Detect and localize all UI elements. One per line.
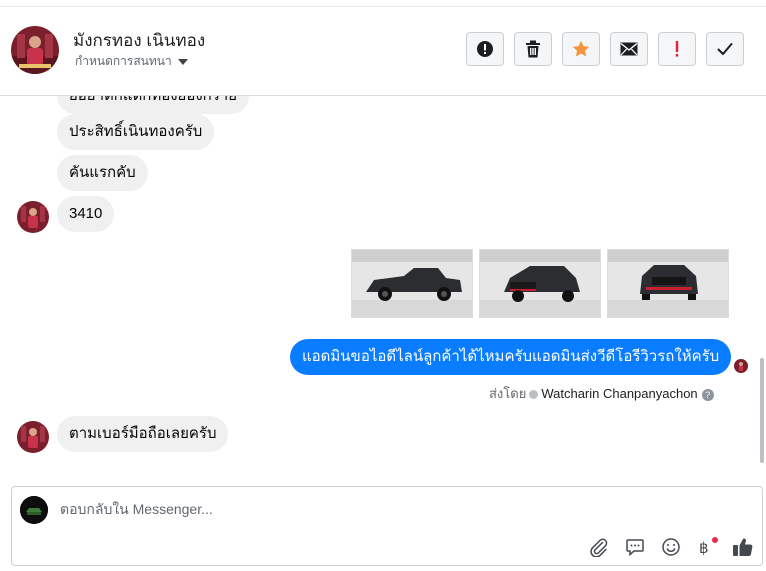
like-icon[interactable]: [731, 535, 755, 559]
svg-text:฿: ฿: [699, 539, 709, 557]
incoming-message: คันแรกคับ: [57, 155, 148, 191]
thread-scrollbar[interactable]: [760, 358, 764, 463]
mark-done-button[interactable]: [706, 32, 744, 66]
report-spam-button[interactable]: [466, 32, 504, 66]
contact-name[interactable]: มังกรทอง เนินทอง: [73, 27, 205, 54]
sent-by-label: ส่งโดย Watcharin Chanpanyachon?: [489, 383, 714, 404]
help-icon[interactable]: ?: [701, 388, 714, 401]
exclamation-circle-icon: [476, 40, 494, 58]
incoming-message: ยอยาตกแตกทองยองกราย: [57, 96, 250, 114]
incoming-message: ตามเบอร์มือถือเลยครับ: [57, 416, 229, 452]
checkmark-icon: [717, 42, 733, 56]
sent-by-agent[interactable]: Watcharin Chanpanyachon: [541, 386, 697, 401]
contact-avatar-small: [17, 421, 49, 453]
assign-conversation-dropdown[interactable]: กำหนดการสนทนา: [75, 52, 188, 71]
agent-status-icon: [529, 390, 539, 400]
star-icon: [572, 40, 590, 58]
baht-payment-icon[interactable]: ฿: [695, 535, 719, 559]
paperclip-icon[interactable]: [587, 535, 611, 559]
envelope-icon: [620, 42, 638, 56]
outgoing-message: แอดมินขอไอดีไลน์ลูกค้าได้ไหมครับแอดมินส่…: [290, 339, 732, 375]
delete-button[interactable]: [514, 32, 552, 66]
pickup-truck-front-photo[interactable]: [607, 249, 729, 318]
reply-composer: ฿: [11, 486, 763, 566]
reply-input[interactable]: [60, 501, 560, 517]
emoji-icon[interactable]: [659, 535, 683, 559]
trash-icon: [525, 40, 541, 58]
pickup-truck-front-angle-photo[interactable]: [479, 249, 601, 318]
sent-by-prefix: ส่งโดย: [489, 386, 527, 401]
caret-down-icon: [177, 58, 188, 65]
saved-reply-icon[interactable]: [623, 535, 647, 559]
mark-unread-button[interactable]: [610, 32, 648, 66]
pickup-truck-side-photo[interactable]: [351, 249, 473, 318]
page-logo: [20, 496, 48, 524]
incoming-message: 3410: [57, 196, 115, 232]
contact-avatar-small: [17, 201, 49, 233]
contact-avatar[interactable]: [11, 26, 59, 74]
conversation-header: มังกรทอง เนินทอง กำหนดการสนทนา: [0, 7, 766, 96]
exclamation-icon: [674, 40, 680, 58]
star-button[interactable]: [562, 32, 600, 66]
incoming-message: ประสิทธิ์เนินทองครับ: [57, 114, 215, 150]
seen-receipt-avatar: [734, 359, 748, 373]
message-thread[interactable]: ยอยาตกแตกทองยองกราย ประสิทธิ์เนินทองครับ…: [0, 96, 766, 476]
assign-conversation-label: กำหนดการสนทนา: [75, 54, 172, 68]
follow-up-button[interactable]: [658, 32, 696, 66]
